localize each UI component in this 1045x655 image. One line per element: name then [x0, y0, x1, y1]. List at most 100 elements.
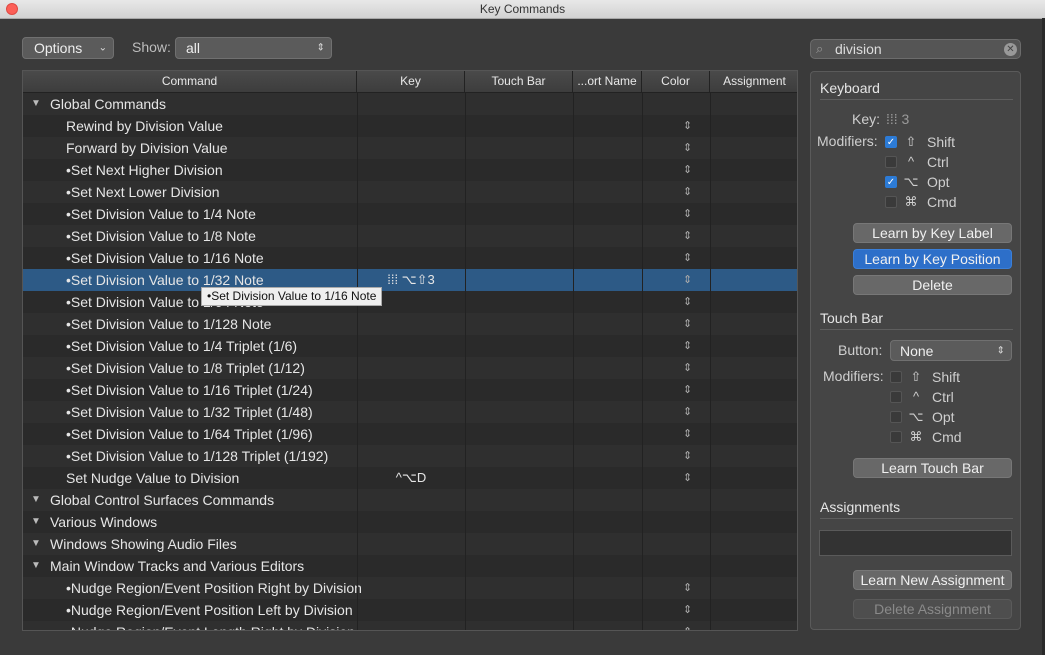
color-stepper-icon[interactable]: ⇕	[683, 269, 692, 291]
table-row[interactable]: •Set Division Value to 1/4 Note ⇕	[23, 203, 797, 225]
table-row[interactable]: •Set Division Value to 1/32 Triplet (1/4…	[23, 401, 797, 423]
color-stepper-icon[interactable]: ⇕	[683, 181, 692, 203]
color-stepper-icon[interactable]: ⇕	[683, 159, 692, 181]
ctrl-checkbox[interactable]	[885, 156, 897, 168]
shift-label: Shift	[927, 134, 956, 150]
group-row[interactable]: ▼ Various Windows	[23, 511, 797, 533]
search-field[interactable]: ⌕ division ✕	[810, 39, 1021, 59]
command-name: Main Window Tracks and Various Editors	[50, 558, 305, 574]
window-title: Key Commands	[479, 2, 566, 16]
table-row[interactable]: •Set Division Value to 1/8 Triplet (1/12…	[23, 357, 797, 379]
disclosure-triangle-icon[interactable]: ▼	[31, 489, 41, 511]
color-stepper-icon[interactable]: ⇕	[683, 379, 692, 401]
table-row[interactable]: Rewind by Division Value ⇕	[23, 115, 797, 137]
table-row[interactable]: •Nudge Region/Event Position Right by Di…	[23, 577, 797, 599]
opt-icon: ⌥	[908, 409, 924, 424]
color-stepper-icon[interactable]: ⇕	[683, 423, 692, 445]
learn-touch-bar-button[interactable]: Learn Touch Bar	[853, 458, 1012, 478]
color-stepper-icon[interactable]: ⇕	[683, 621, 692, 630]
tb-ctrl-label: Ctrl	[932, 389, 954, 405]
disclosure-triangle-icon[interactable]: ▼	[31, 511, 41, 533]
touch-bar-button-select[interactable]: None ⇕	[890, 340, 1012, 361]
table-row[interactable]: Forward by Division Value ⇕	[23, 137, 797, 159]
tb-opt-checkbox[interactable]	[890, 411, 902, 423]
column-divider	[642, 93, 643, 630]
opt-label: Opt	[927, 174, 950, 190]
keyboard-section-title: Keyboard	[820, 80, 880, 96]
group-row[interactable]: ▼ Global Commands	[23, 93, 797, 115]
color-stepper-icon[interactable]: ⇕	[683, 467, 692, 489]
color-stepper-icon[interactable]: ⇕	[683, 291, 692, 313]
assignments-list[interactable]	[819, 530, 1012, 556]
delete-button[interactable]: Delete	[853, 275, 1012, 295]
column-header-assignment[interactable]: Assignment	[710, 71, 797, 92]
color-stepper-icon[interactable]: ⇕	[683, 445, 692, 467]
learn-by-key-position-button[interactable]: Learn by Key Position	[853, 249, 1012, 269]
disclosure-triangle-icon[interactable]: ▼	[31, 533, 41, 555]
group-row[interactable]: ▼ Main Window Tracks and Various Editors	[23, 555, 797, 577]
command-name: Forward by Division Value	[66, 140, 228, 156]
table-row[interactable]: •Set Division Value to 1/16 Triplet (1/2…	[23, 379, 797, 401]
learn-by-key-label-button[interactable]: Learn by Key Label	[853, 223, 1012, 243]
command-name: •Set Division Value to 1/64 Triplet (1/9…	[66, 426, 313, 442]
table-row[interactable]: •Set Division Value to 1/16 Note ⇕	[23, 247, 797, 269]
tb-cmd-checkbox[interactable]	[890, 431, 902, 443]
cmd-checkbox[interactable]	[885, 196, 897, 208]
column-header-color[interactable]: Color	[642, 71, 710, 92]
shift-checkbox[interactable]: ✓	[885, 136, 897, 148]
clear-search-icon[interactable]: ✕	[1004, 43, 1017, 56]
tb-shift-label: Shift	[932, 369, 961, 385]
command-name: •Set Division Value to 1/128 Note	[66, 316, 272, 332]
column-header-touch-bar[interactable]: Touch Bar	[465, 71, 573, 92]
key-value: ⁞⁞⁞ 3	[886, 111, 910, 127]
color-stepper-icon[interactable]: ⇕	[683, 401, 692, 423]
touch-bar-button-label: Button:	[838, 342, 883, 358]
table-row[interactable]: •Set Division Value to 1/64 Triplet (1/9…	[23, 423, 797, 445]
column-header-command[interactable]: Command	[23, 71, 357, 92]
color-stepper-icon[interactable]: ⇕	[683, 137, 692, 159]
column-header-key[interactable]: Key	[357, 71, 465, 92]
show-select[interactable]: all ⇕	[175, 37, 332, 59]
table-row[interactable]: •Set Next Higher Division ⇕	[23, 159, 797, 181]
touch-bar-button-value: None	[900, 343, 934, 359]
show-label: Show:	[132, 39, 171, 55]
color-stepper-icon[interactable]: ⇕	[683, 313, 692, 335]
command-name: •Set Division Value to 1/16 Note	[66, 250, 264, 266]
disclosure-triangle-icon[interactable]: ▼	[31, 555, 41, 577]
learn-new-assignment-button[interactable]: Learn New Assignment	[853, 570, 1012, 590]
table-row[interactable]: •Set Division Value to 1/32 Note ⁞⁞⁞ ⌥⇧3 ⇕	[23, 269, 797, 291]
column-header-short-name[interactable]: ...ort Name	[573, 71, 642, 92]
tb-cmd-label: Cmd	[932, 429, 962, 445]
search-input[interactable]: division	[835, 41, 882, 57]
color-stepper-icon[interactable]: ⇕	[683, 357, 692, 379]
group-row[interactable]: ▼ Global Control Surfaces Commands	[23, 489, 797, 511]
color-stepper-icon[interactable]: ⇕	[683, 577, 692, 599]
options-menu-button[interactable]: Options ⌄	[22, 37, 114, 59]
close-button[interactable]	[6, 3, 18, 15]
color-stepper-icon[interactable]: ⇕	[683, 203, 692, 225]
table-row[interactable]: •Nudge Region/Event Position Left by Div…	[23, 599, 797, 621]
color-stepper-icon[interactable]: ⇕	[683, 115, 692, 137]
column-divider	[710, 93, 711, 630]
group-row[interactable]: ▼ Windows Showing Audio Files	[23, 533, 797, 555]
cmd-label: Cmd	[927, 194, 957, 210]
table-row[interactable]: •Set Division Value to 1/64 Note ⇕	[23, 291, 797, 313]
color-stepper-icon[interactable]: ⇕	[683, 225, 692, 247]
tb-shift-checkbox[interactable]	[890, 371, 902, 383]
table-row[interactable]: •Set Division Value to 1/4 Triplet (1/6)…	[23, 335, 797, 357]
command-name: •Nudge Region/Event Position Left by Div…	[66, 602, 353, 618]
color-stepper-icon[interactable]: ⇕	[683, 335, 692, 357]
table-row[interactable]: •Set Division Value to 1/128 Triplet (1/…	[23, 445, 797, 467]
disclosure-triangle-icon[interactable]: ▼	[31, 93, 41, 115]
table-row[interactable]: •Set Division Value to 1/8 Note ⇕	[23, 225, 797, 247]
table-row[interactable]: •Set Next Lower Division ⇕	[23, 181, 797, 203]
color-stepper-icon[interactable]: ⇕	[683, 247, 692, 269]
column-divider	[357, 93, 358, 630]
table-row[interactable]: •Set Division Value to 1/128 Note ⇕	[23, 313, 797, 335]
command-name: •Set Division Value to 1/4 Note	[66, 206, 256, 222]
opt-checkbox[interactable]: ✓	[885, 176, 897, 188]
tb-ctrl-checkbox[interactable]	[890, 391, 902, 403]
table-row[interactable]: •Nudge Region/Event Length Right by Divi…	[23, 621, 797, 630]
table-row[interactable]: Set Nudge Value to Division ^⌥D ⇕	[23, 467, 797, 489]
color-stepper-icon[interactable]: ⇕	[683, 599, 692, 621]
